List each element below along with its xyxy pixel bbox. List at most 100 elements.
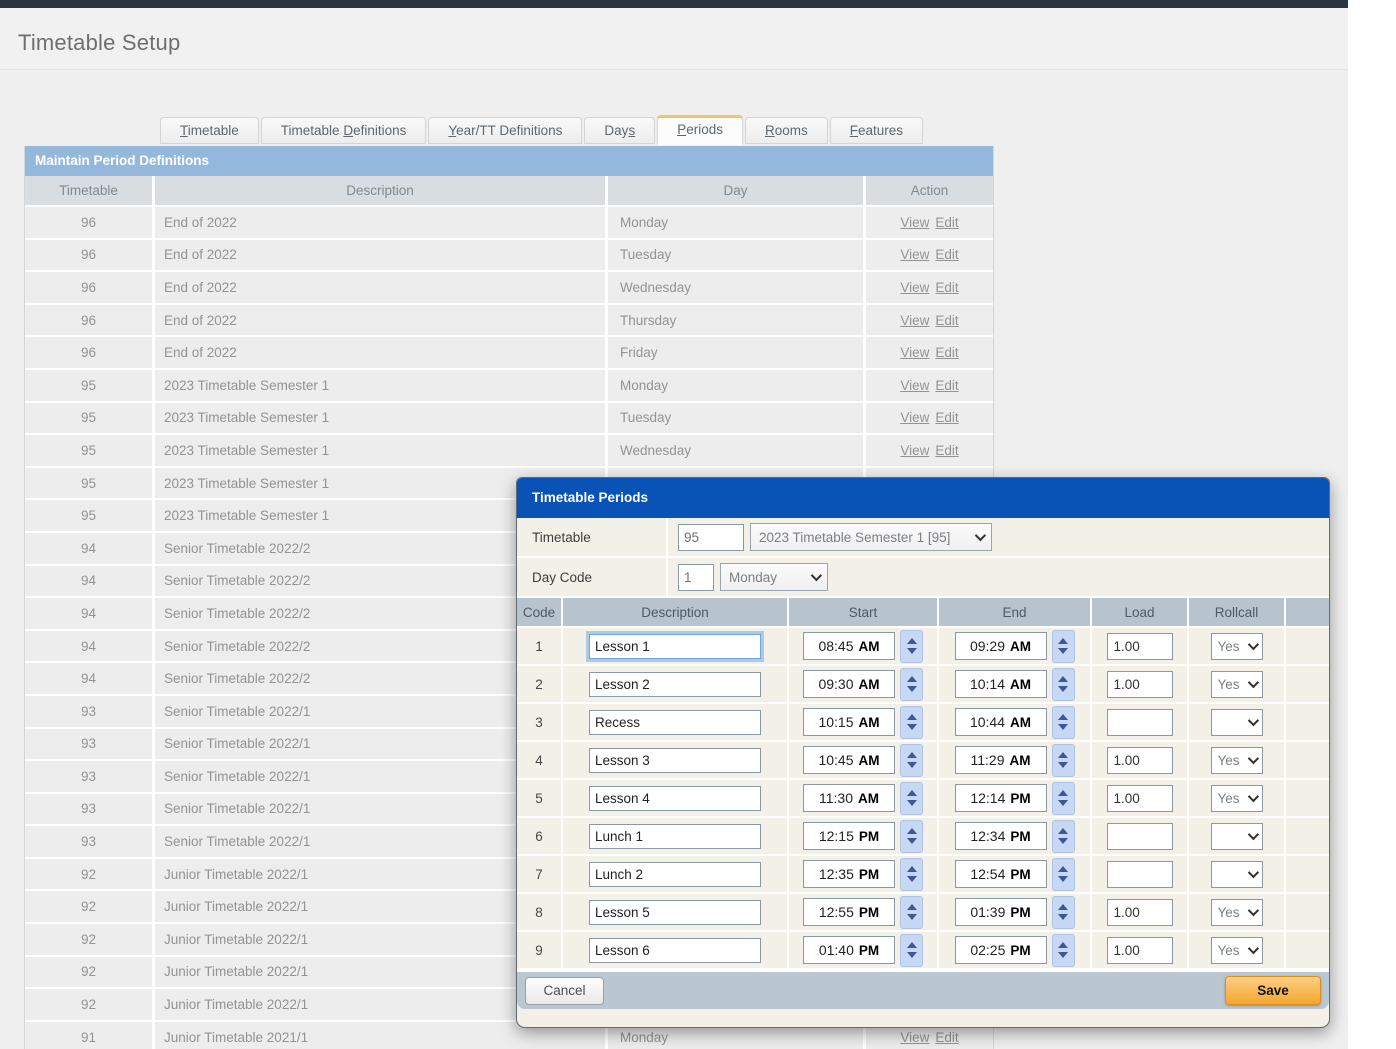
edit-link[interactable]: Edit: [935, 1030, 958, 1045]
spinner-down-icon: [907, 648, 917, 654]
start-time-input[interactable]: 12:55PM: [803, 898, 895, 926]
cancel-button[interactable]: Cancel: [525, 977, 604, 1005]
day-select[interactable]: Monday: [720, 563, 828, 591]
end-time-input[interactable]: 10:14AM: [955, 670, 1047, 698]
start-time-spinner[interactable]: [900, 630, 923, 663]
edit-link[interactable]: Edit: [935, 280, 958, 295]
save-button[interactable]: Save: [1225, 976, 1321, 1005]
start-time-input[interactable]: 01:40PM: [803, 936, 895, 964]
load-input[interactable]: [1107, 823, 1173, 850]
end-time-input[interactable]: 10:44AM: [955, 708, 1047, 736]
rollcall-select[interactable]: [1211, 823, 1263, 850]
period-description-input[interactable]: [589, 900, 761, 925]
load-input[interactable]: [1107, 937, 1173, 964]
end-time-spinner[interactable]: [1052, 782, 1075, 815]
period-code: 5: [517, 780, 561, 816]
start-time-input[interactable]: 11:30AM: [803, 784, 895, 812]
start-time-spinner[interactable]: [900, 896, 923, 929]
rollcall-select[interactable]: [1211, 861, 1263, 888]
view-link[interactable]: View: [900, 410, 929, 425]
tab-features[interactable]: Features: [830, 117, 923, 144]
end-time-input[interactable]: 12:14PM: [955, 784, 1047, 812]
end-time-input[interactable]: 12:34PM: [955, 822, 1047, 850]
blank-cell: [1286, 666, 1329, 702]
rollcall-select[interactable]: Yes: [1211, 937, 1263, 964]
start-time-input[interactable]: 09:30AM: [803, 670, 895, 698]
load-input[interactable]: [1107, 671, 1173, 698]
period-description-input[interactable]: [589, 634, 761, 659]
end-time-input[interactable]: 12:54PM: [955, 860, 1047, 888]
start-time-input[interactable]: 12:15PM: [803, 822, 895, 850]
load-input[interactable]: [1107, 899, 1173, 926]
period-description-input[interactable]: [589, 710, 761, 735]
rollcall-select[interactable]: Yes: [1211, 671, 1263, 698]
tab-days[interactable]: Days: [584, 117, 655, 144]
tab-timetable-definitions[interactable]: Timetable Definitions: [261, 117, 427, 144]
start-time-spinner[interactable]: [900, 744, 923, 777]
view-link[interactable]: View: [900, 280, 929, 295]
edit-link[interactable]: Edit: [935, 345, 958, 360]
tab-timetable[interactable]: Timetable: [160, 117, 259, 144]
end-time-spinner[interactable]: [1052, 934, 1075, 967]
end-time-spinner[interactable]: [1052, 630, 1075, 663]
view-link[interactable]: View: [900, 345, 929, 360]
rollcall-cell: Yes: [1189, 628, 1284, 664]
end-time-spinner[interactable]: [1052, 896, 1075, 929]
rollcall-select[interactable]: Yes: [1211, 747, 1263, 774]
period-description-input[interactable]: [589, 938, 761, 963]
timetable-cell: 95: [25, 370, 152, 401]
tab-year-tt-definitions[interactable]: Year/TT Definitions: [428, 117, 582, 144]
edit-link[interactable]: Edit: [935, 410, 958, 425]
period-description-input[interactable]: [589, 824, 761, 849]
start-time-spinner[interactable]: [900, 820, 923, 853]
end-time-input[interactable]: 02:25PM: [955, 936, 1047, 964]
end-time-input[interactable]: 11:29AM: [955, 746, 1047, 774]
period-description-input[interactable]: [589, 786, 761, 811]
view-link[interactable]: View: [900, 215, 929, 230]
load-input[interactable]: [1107, 633, 1173, 660]
edit-link[interactable]: Edit: [935, 378, 958, 393]
period-description-input[interactable]: [589, 862, 761, 887]
load-input[interactable]: [1107, 709, 1173, 736]
view-link[interactable]: View: [900, 247, 929, 262]
day-code-input[interactable]: [678, 564, 714, 591]
end-time-spinner[interactable]: [1052, 744, 1075, 777]
start-time-input[interactable]: 10:15AM: [803, 708, 895, 736]
view-link[interactable]: View: [900, 378, 929, 393]
start-time-spinner[interactable]: [900, 934, 923, 967]
end-time-spinner[interactable]: [1052, 706, 1075, 739]
edit-link[interactable]: Edit: [935, 215, 958, 230]
end-time-input[interactable]: 01:39PM: [955, 898, 1047, 926]
start-time-spinner[interactable]: [900, 706, 923, 739]
tab-periods[interactable]: Periods: [657, 115, 743, 145]
rollcall-select[interactable]: Yes: [1211, 785, 1263, 812]
start-time-input[interactable]: 08:45AM: [803, 632, 895, 660]
start-time-input[interactable]: 12:35PM: [803, 860, 895, 888]
end-time-spinner[interactable]: [1052, 668, 1075, 701]
end-time-spinner[interactable]: [1052, 820, 1075, 853]
start-time-spinner[interactable]: [900, 858, 923, 891]
rollcall-select[interactable]: [1211, 709, 1263, 736]
tab-rooms[interactable]: Rooms: [745, 117, 828, 144]
end-time-spinner[interactable]: [1052, 858, 1075, 891]
view-link[interactable]: View: [900, 1030, 929, 1045]
timetable-code-input[interactable]: [678, 524, 744, 551]
start-time-input[interactable]: 10:45AM: [803, 746, 895, 774]
load-input[interactable]: [1107, 785, 1173, 812]
end-time-input[interactable]: 09:29AM: [955, 632, 1047, 660]
load-input[interactable]: [1107, 747, 1173, 774]
edit-link[interactable]: Edit: [935, 247, 958, 262]
timetable-select[interactable]: 2023 Timetable Semester 1 [95]: [750, 523, 992, 551]
view-link[interactable]: View: [900, 443, 929, 458]
start-time-spinner[interactable]: [900, 782, 923, 815]
period-description-input[interactable]: [589, 672, 761, 697]
view-link[interactable]: View: [900, 313, 929, 328]
period-description-input[interactable]: [589, 748, 761, 773]
load-input[interactable]: [1107, 861, 1173, 888]
edit-link[interactable]: Edit: [935, 313, 958, 328]
start-ampm-label: PM: [859, 905, 879, 920]
rollcall-select[interactable]: Yes: [1211, 633, 1263, 660]
edit-link[interactable]: Edit: [935, 443, 958, 458]
rollcall-select[interactable]: Yes: [1211, 899, 1263, 926]
start-time-spinner[interactable]: [900, 668, 923, 701]
